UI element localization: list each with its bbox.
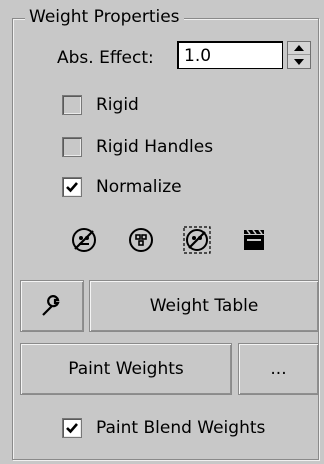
checkmark-icon xyxy=(66,423,78,434)
weight-tool-button[interactable] xyxy=(20,280,84,332)
normalize-label: Normalize xyxy=(96,177,182,197)
paint-blend-weights-label: Paint Blend Weights xyxy=(96,418,266,438)
arrow-up-icon xyxy=(294,45,304,51)
paint-weights-button[interactable]: Paint Weights xyxy=(20,343,232,395)
select-verts-icon[interactable] xyxy=(127,226,155,254)
spinner-buttons[interactable] xyxy=(287,41,311,69)
rigid-checkbox[interactable] xyxy=(62,95,82,115)
rigid-handles-checkbox[interactable] xyxy=(62,137,82,157)
exclude-verts-icon[interactable] xyxy=(70,226,98,254)
paint-options-button[interactable]: ... xyxy=(238,343,319,395)
weight-table-button[interactable]: Weight Table xyxy=(89,280,319,332)
spinner-up-button[interactable] xyxy=(288,42,310,55)
select-exclude-verts-icon[interactable] xyxy=(183,226,211,254)
abs-effect-spinner: 1.0 xyxy=(177,41,314,71)
normalize-checkbox[interactable] xyxy=(62,177,82,197)
abs-effect-label: Abs. Effect: xyxy=(57,48,154,68)
rigid-label: Rigid xyxy=(96,95,139,115)
arrow-down-icon xyxy=(294,58,304,65)
paint-blend-weights-checkbox[interactable] xyxy=(62,418,82,438)
group-title: Weight Properties xyxy=(25,6,184,28)
spinner-down-button[interactable] xyxy=(288,55,310,68)
rigid-handles-label: Rigid Handles xyxy=(96,137,214,157)
abs-effect-input[interactable]: 1.0 xyxy=(177,41,283,69)
checkmark-icon xyxy=(66,182,78,193)
bake-clapper-icon[interactable] xyxy=(240,226,268,254)
wrench-icon xyxy=(42,295,60,316)
